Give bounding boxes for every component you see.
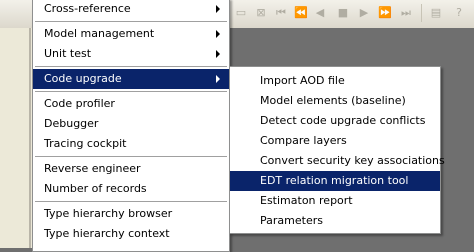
menu-item-label: Reverse engineer bbox=[44, 162, 141, 175]
submenu-arrow-icon bbox=[216, 30, 220, 38]
submenu-arrow-icon bbox=[216, 5, 220, 13]
menu-item-label: Parameters bbox=[260, 214, 323, 227]
menu-item-unit-test[interactable]: Unit test bbox=[33, 44, 229, 64]
menu-item-debugger[interactable]: Debugger bbox=[33, 114, 229, 134]
menu-item-code-upgrade[interactable]: Code upgrade bbox=[33, 69, 229, 89]
menu-separator bbox=[35, 21, 227, 22]
submenu-item-compare-layers[interactable]: Compare layers bbox=[230, 131, 440, 151]
help-icon[interactable]: ? bbox=[450, 4, 468, 22]
first-record-icon[interactable]: ⏮ bbox=[272, 4, 290, 22]
menu-item-label: Model elements (baseline) bbox=[260, 94, 406, 107]
menu-item-label: Model management bbox=[44, 27, 155, 40]
menu-item-label: Convert security key associations bbox=[260, 154, 445, 167]
submenu-item-detect-code-upgrade-conflicts[interactable]: Detect code upgrade conflicts bbox=[230, 111, 440, 131]
submenu-item-parameters[interactable]: Parameters bbox=[230, 211, 440, 231]
document-icon[interactable]: ▤ bbox=[427, 4, 445, 22]
menu-item-label: Code profiler bbox=[44, 97, 115, 110]
tools-menu: Cross-reference Model management Unit te… bbox=[32, 0, 230, 252]
next-record-icon[interactable]: ▶ bbox=[357, 4, 371, 22]
close-icon[interactable]: ⊠ bbox=[252, 4, 270, 22]
previous-record-icon[interactable]: ◀ bbox=[313, 4, 327, 22]
menu-item-code-profiler[interactable]: Code profiler bbox=[33, 94, 229, 114]
menu-item-label: Debugger bbox=[44, 117, 99, 130]
menu-item-cross-reference[interactable]: Cross-reference bbox=[33, 0, 229, 19]
menu-separator bbox=[35, 201, 227, 202]
menu-item-label: Cross-reference bbox=[44, 2, 131, 15]
submenu-item-import-aod-file[interactable]: Import AOD file bbox=[230, 71, 440, 91]
menu-item-tracing-cockpit[interactable]: Tracing cockpit bbox=[33, 134, 229, 154]
menu-item-type-hierarchy-context[interactable]: Type hierarchy context bbox=[33, 224, 229, 244]
menu-item-label: Unit test bbox=[44, 47, 92, 60]
submenu-item-estimation-report[interactable]: Estimaton report bbox=[230, 191, 440, 211]
menu-separator bbox=[35, 156, 227, 157]
menu-item-label: Number of records bbox=[44, 182, 147, 195]
code-upgrade-submenu: Import AOD file Model elements (baseline… bbox=[229, 66, 445, 234]
menu-item-label: Type hierarchy context bbox=[44, 227, 170, 240]
menu-item-model-management[interactable]: Model management bbox=[33, 24, 229, 44]
stop-icon[interactable]: ■ bbox=[334, 4, 352, 22]
next-page-icon[interactable]: ⏩ bbox=[376, 4, 394, 22]
menu-item-label: Detect code upgrade conflicts bbox=[260, 114, 426, 127]
menu-separator bbox=[35, 91, 227, 92]
menu-item-number-of-records[interactable]: Number of records bbox=[33, 179, 229, 199]
menu-item-reverse-engineer[interactable]: Reverse engineer bbox=[33, 159, 229, 179]
minimize-icon[interactable]: ▭ bbox=[232, 4, 250, 22]
toolbar-separator bbox=[421, 4, 422, 22]
menu-item-label: Type hierarchy browser bbox=[44, 207, 173, 220]
submenu-item-model-elements-baseline[interactable]: Model elements (baseline) bbox=[230, 91, 440, 111]
menu-item-label: Tracing cockpit bbox=[44, 137, 127, 150]
menu-item-label: EDT relation migration tool bbox=[260, 174, 409, 187]
menu-item-label: Compare layers bbox=[260, 134, 347, 147]
submenu-item-edt-relation-migration-tool[interactable]: EDT relation migration tool bbox=[230, 171, 440, 191]
menu-item-type-hierarchy-browser[interactable]: Type hierarchy browser bbox=[33, 204, 229, 224]
submenu-arrow-icon bbox=[216, 50, 220, 58]
submenu-item-convert-security-key-associations[interactable]: Convert security key associations bbox=[230, 151, 445, 171]
previous-page-icon[interactable]: ⏪ bbox=[292, 4, 310, 22]
menu-separator bbox=[35, 66, 227, 67]
submenu-arrow-icon bbox=[216, 75, 220, 83]
last-record-icon[interactable]: ⏭ bbox=[397, 4, 415, 22]
menu-item-label: Import AOD file bbox=[260, 74, 345, 87]
menu-item-label: Estimaton report bbox=[260, 194, 353, 207]
panel-border bbox=[29, 28, 31, 248]
menu-item-label: Code upgrade bbox=[44, 72, 122, 85]
